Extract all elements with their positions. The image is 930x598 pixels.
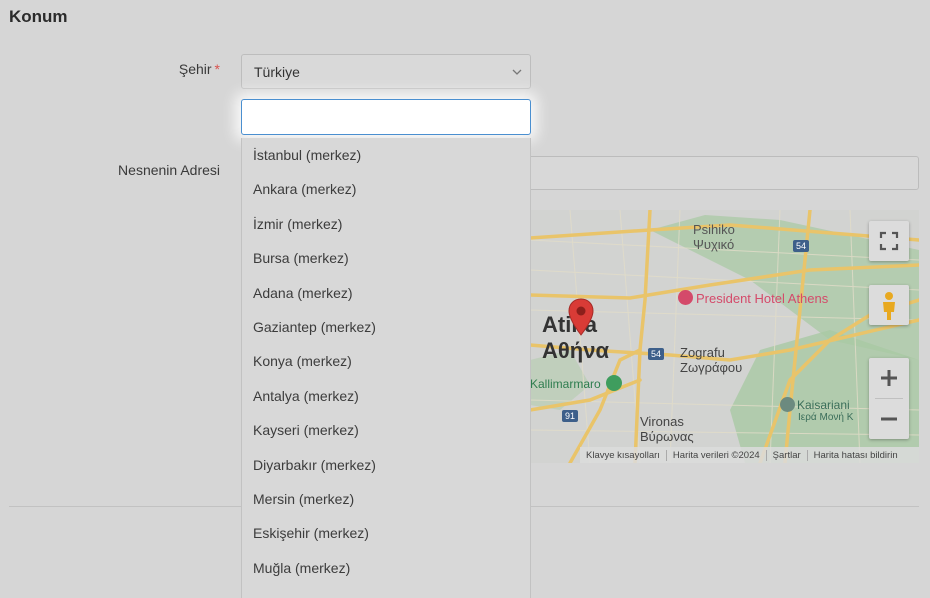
city-select[interactable]: Türkiye (241, 54, 531, 89)
map-label-zografu: Zografu Ζωγράφου (680, 345, 743, 375)
road-shield-54b: 54 (648, 348, 665, 360)
city-label-text: Şehir (178, 61, 212, 77)
city-option[interactable]: Muğla (merkez) (242, 551, 530, 585)
zoom-in-button[interactable] (869, 358, 909, 398)
fullscreen-icon (879, 231, 899, 251)
city-label: Şehir * (150, 61, 220, 77)
city-option[interactable]: Gaziantep (merkez) (242, 310, 530, 344)
zoom-controls (869, 358, 909, 439)
street-view-button[interactable] (869, 285, 909, 325)
zoom-out-button[interactable] (869, 399, 909, 439)
map-pin-icon (568, 298, 594, 336)
park-icon (606, 375, 623, 391)
map-label-kallimarmaro: Kallimarmaro (530, 375, 623, 391)
map-label-kaisariani: Kaisariani Ιερά Μονή Κ (780, 397, 853, 423)
chevron-down-icon (512, 69, 522, 75)
plus-icon (881, 370, 897, 386)
city-option[interactable]: Konya (merkez) (242, 344, 530, 378)
city-option[interactable]: Diyarbakır (merkez) (242, 448, 530, 482)
monastery-icon (780, 397, 795, 412)
map-data-text: Harita verileri ©2024 (667, 449, 767, 461)
hotel-icon (678, 290, 693, 305)
map-label-psihiko: Psihiko Ψυχικό (693, 222, 735, 252)
required-mark: * (214, 61, 220, 77)
address-label: Nesnenin Adresi (118, 162, 220, 178)
city-select-value: Türkiye (254, 64, 300, 80)
road-shield-91: 91 (562, 410, 579, 422)
city-option[interactable]: Eskişehir (merkez) (242, 516, 530, 550)
city-dropdown-list: İstanbul (merkez) Ankara (merkez) İzmir (m… (241, 138, 531, 598)
road-shield-54a: 54 (793, 240, 810, 252)
city-option[interactable]: Antalya (merkez) (242, 379, 530, 413)
city-option[interactable]: Kayseri (merkez) (242, 413, 530, 447)
fullscreen-button[interactable] (869, 221, 909, 261)
city-option[interactable]: Adana (merkez) (242, 276, 530, 310)
pegman-icon (883, 292, 895, 320)
map-footer: Klavye kısayolları Harita verileri ©2024… (580, 447, 919, 463)
city-option[interactable]: Mersin (merkez) (242, 482, 530, 516)
city-option[interactable]: İstanbul (merkez) (242, 138, 530, 172)
city-option[interactable]: Ankara (merkez) (242, 172, 530, 206)
section-title: Konum (9, 7, 68, 26)
map-label-vironas: Vironas Βύρωνας (640, 414, 694, 444)
terms-link[interactable]: Şartlar (767, 449, 808, 461)
keyboard-shortcuts-link[interactable]: Klavye kısayolları (580, 449, 667, 461)
map[interactable]: Psihiko Ψυχικό President Hotel Athens At… (530, 210, 919, 463)
minus-icon (881, 417, 897, 421)
city-option[interactable]: İzmir (merkez) (242, 207, 530, 241)
report-error-link[interactable]: Harita hatası bildirin (808, 450, 904, 461)
city-option[interactable]: Bursa (merkez) (242, 241, 530, 275)
city-search-input[interactable] (241, 99, 531, 135)
map-label-hotel: President Hotel Athens (678, 290, 828, 306)
